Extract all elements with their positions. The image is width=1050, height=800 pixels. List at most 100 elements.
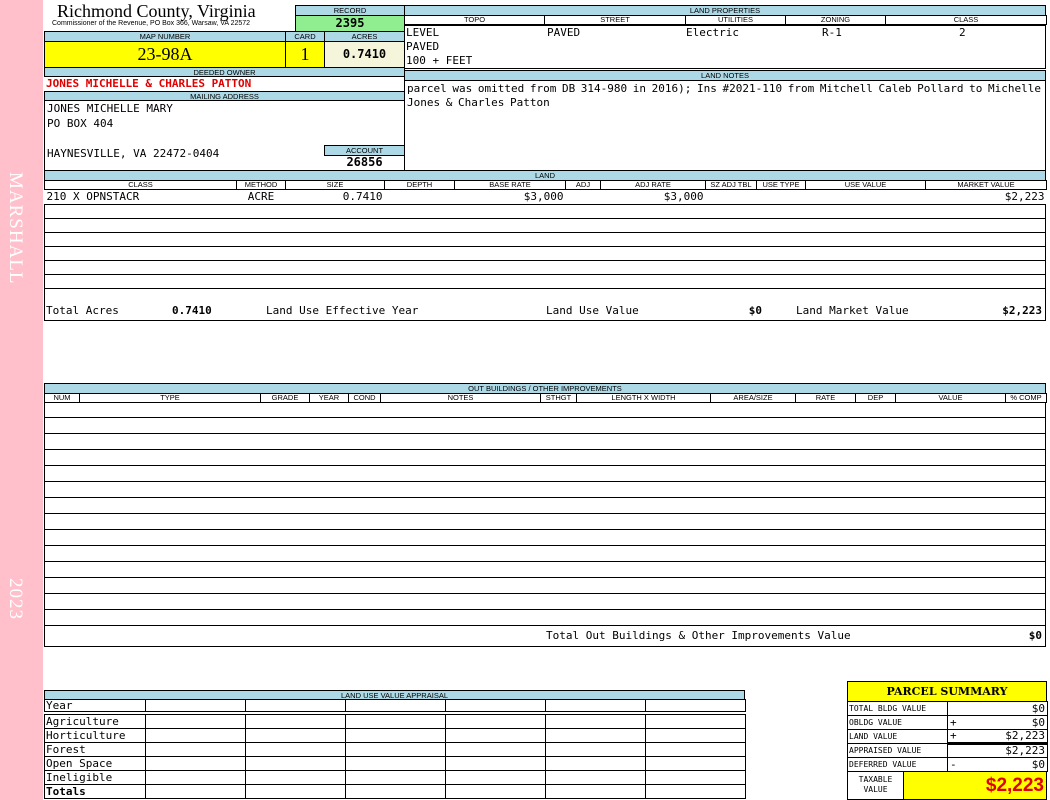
land-use-year-table: Year bbox=[44, 699, 746, 712]
summary-value-cell: $2,223 bbox=[947, 742, 1048, 758]
th-utilities: UTILITIES bbox=[685, 15, 786, 25]
land-use-cell bbox=[545, 756, 646, 771]
land-use-row-label: Totals bbox=[44, 784, 146, 799]
land-row-line bbox=[45, 246, 1045, 247]
land-use-row: Totals bbox=[44, 784, 746, 799]
summary-row: LAND VALUE + $2,223 bbox=[847, 729, 1048, 744]
land-use-value-total: $0 bbox=[748, 304, 762, 317]
th-zoning: ZONING bbox=[785, 15, 886, 25]
summary-label: DEFERRED VALUE bbox=[847, 757, 948, 772]
account-number: 26856 bbox=[346, 155, 383, 169]
summary-row: TOTAL BLDG VALUE $0 bbox=[847, 701, 1048, 716]
card-number: 1 bbox=[285, 41, 325, 68]
outbuilding-row-line bbox=[45, 481, 1045, 482]
summary-value: $2,223 bbox=[1005, 744, 1045, 757]
land-use-cell bbox=[145, 784, 246, 799]
total-acres-label: Total Acres bbox=[46, 304, 119, 317]
outbuildings-total: $0 bbox=[1028, 629, 1042, 642]
land-use-cell bbox=[345, 756, 446, 771]
taxable-value-label: TAXABLE VALUE bbox=[847, 771, 904, 800]
county-subtitle: Commissioner of the Revenue, PO Box 366,… bbox=[52, 20, 251, 27]
summary-value-cell: + $0 bbox=[947, 715, 1048, 730]
land-use-cell bbox=[545, 784, 646, 799]
outbuilding-row-line bbox=[45, 577, 1045, 578]
zoning-value: R-1 bbox=[822, 26, 842, 39]
th-size: SIZE bbox=[285, 180, 385, 190]
summary-operator: + bbox=[950, 715, 957, 729]
th-sz-adj-tbl: SZ ADJ TBL bbox=[705, 180, 757, 190]
land-market-value: $2,223 bbox=[1004, 190, 1045, 204]
outbuilding-row-line bbox=[45, 625, 1045, 626]
outbuilding-row-line bbox=[45, 545, 1045, 546]
land-use-cell bbox=[245, 714, 346, 729]
total-acres: 0.7410 bbox=[172, 304, 212, 317]
summary-operator: + bbox=[950, 729, 957, 742]
address-line-2: PO BOX 404 bbox=[47, 117, 114, 130]
taxable-value: $2,223 bbox=[903, 771, 1047, 800]
land-use-row: Agriculture bbox=[44, 714, 746, 729]
land-use-cell bbox=[145, 714, 246, 729]
land-use-cell bbox=[545, 714, 646, 729]
land-use-cell bbox=[545, 770, 646, 785]
summary-value: $2,223 bbox=[1005, 729, 1045, 742]
land-use-cell bbox=[445, 742, 546, 757]
record-number: 2395 bbox=[295, 15, 405, 32]
district-name: MARSHALL bbox=[5, 172, 26, 285]
land-base-rate: $3,000 bbox=[523, 190, 564, 204]
outbuildings-th: GRADE bbox=[260, 393, 310, 403]
land-adj-rate: $3,000 bbox=[663, 190, 704, 204]
outbuildings-header: NUM TYPE GRADE YEAR COND NOTES STHGT LENGTH X W… bbox=[44, 393, 1047, 403]
land-use-cell bbox=[445, 728, 546, 743]
land-use-cell bbox=[645, 728, 746, 743]
outbuildings-th: NOTES bbox=[380, 393, 541, 403]
th-class: CLASS bbox=[885, 15, 1047, 25]
tax-year: 2023 bbox=[5, 578, 26, 620]
land-use-cell bbox=[345, 770, 446, 785]
land-use-cell bbox=[345, 728, 446, 743]
topo-3: 100 + FEET bbox=[406, 54, 473, 67]
land-table: CLASS METHOD SIZE DEPTH BASE RATE ADJ ADJ RATE… bbox=[44, 180, 1047, 204]
land-use-cell bbox=[545, 742, 646, 757]
land-use-cell bbox=[245, 728, 346, 743]
summary-operator: - bbox=[950, 757, 957, 771]
th-adj-rate: ADJ RATE bbox=[600, 180, 706, 190]
land-row-line bbox=[45, 260, 1045, 261]
outbuildings-header-row: NUM TYPE GRADE YEAR COND NOTES STHGT LENGTH X W… bbox=[44, 393, 1047, 403]
land-use-cell bbox=[645, 784, 746, 799]
land-use-cell bbox=[645, 742, 746, 757]
land-use-cell bbox=[245, 770, 346, 785]
land-row-line bbox=[45, 204, 1045, 205]
parcel-summary-table: TOTAL BLDG VALUE $0 OBLDG VALUE + $0 LAND VAL… bbox=[847, 701, 1048, 772]
outbuildings-th: % COMP bbox=[1005, 393, 1047, 403]
street-value: PAVED bbox=[547, 26, 581, 39]
outbuilding-row-line bbox=[45, 513, 1045, 514]
land-use-cell bbox=[145, 742, 246, 757]
sidebar: MARSHALL 2023 bbox=[0, 0, 43, 800]
land-use-cell bbox=[145, 770, 246, 785]
land-use-cell bbox=[445, 784, 546, 799]
land-use-cell bbox=[645, 770, 746, 785]
land-market-value-total: $2,223 bbox=[1002, 304, 1042, 317]
land-row-line bbox=[45, 232, 1045, 233]
th-topo: TOPO bbox=[404, 15, 545, 25]
land-use-row: Forest bbox=[44, 742, 746, 757]
th-depth: DEPTH bbox=[384, 180, 455, 190]
summary-row: OBLDG VALUE + $0 bbox=[847, 715, 1048, 730]
summary-value: $0 bbox=[1031, 715, 1045, 729]
land-size: 0.7410 bbox=[342, 190, 383, 204]
acres-value: 0.7410 bbox=[324, 41, 405, 68]
outbuildings-th: YEAR bbox=[309, 393, 349, 403]
outbuildings-th: NUM bbox=[44, 393, 80, 403]
land-use-cell bbox=[345, 742, 446, 757]
land-use-cell bbox=[645, 714, 746, 729]
land-use-value bbox=[806, 190, 926, 204]
outbuildings-th: DEP bbox=[855, 393, 896, 403]
utilities-value: Electric bbox=[686, 26, 739, 39]
deeded-owner-name: JONES MICHELLE & CHARLES PATTON bbox=[46, 77, 252, 90]
th-class: CLASS bbox=[44, 180, 237, 190]
land-use-cell bbox=[545, 728, 646, 743]
land-use-cell bbox=[245, 756, 346, 771]
th-method: METHOD bbox=[236, 180, 286, 190]
summary-label: TOTAL BLDG VALUE bbox=[847, 701, 948, 716]
land-row: 210 X OPNSTACR ACRE 0.7410 $3,000 $3,000 $2,2… bbox=[45, 190, 1047, 204]
